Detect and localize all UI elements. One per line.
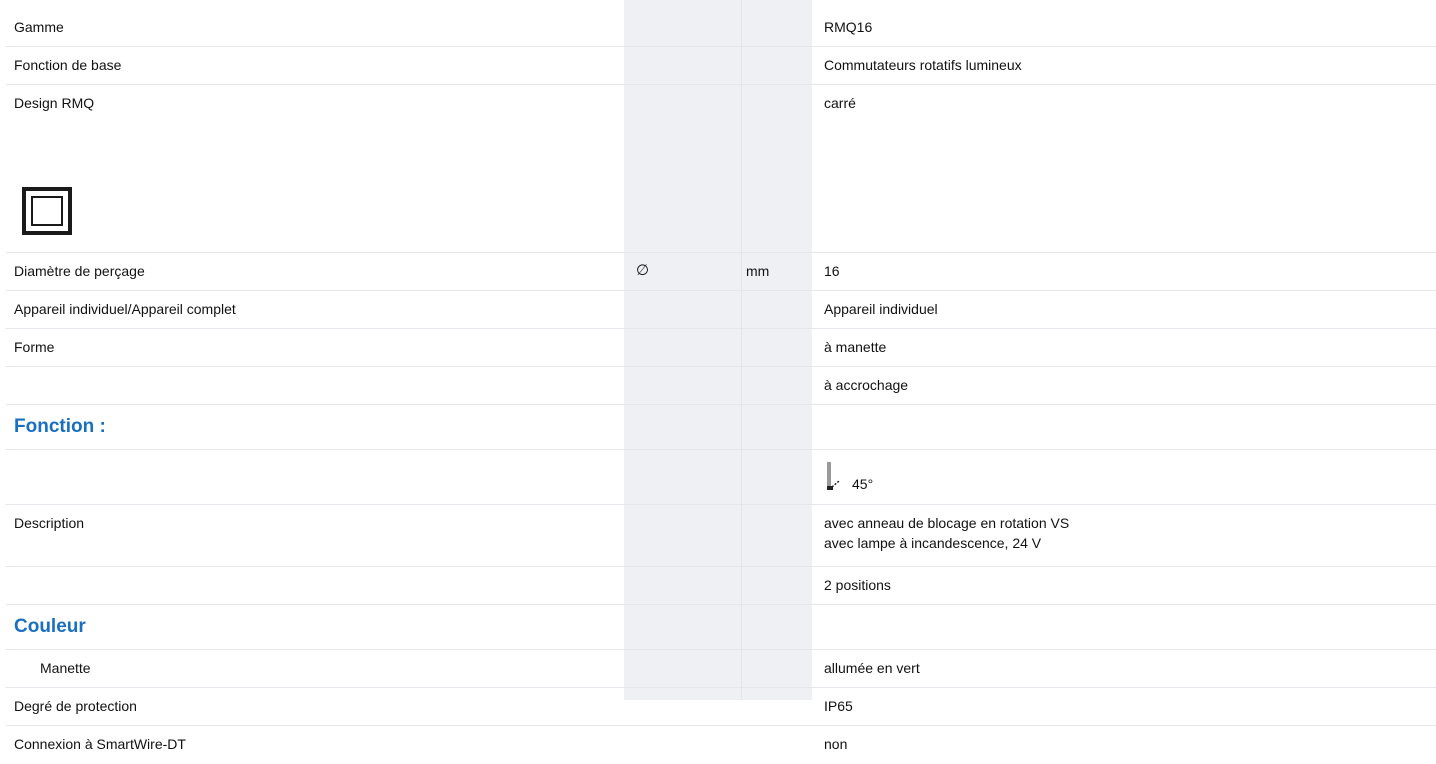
row-fonction-de-base: Fonction de base Commutateurs rotatifs l… [6,47,1436,85]
value-forme: à manette [824,339,887,355]
label-degre-de-protection: Degré de protection [14,698,137,714]
row-forme-2: à accrochage [6,367,1436,405]
function-symbol: 45° [824,460,884,500]
section-couleur: Couleur [6,605,1436,650]
square-design-icon [22,187,72,235]
row-appareil: Appareil individuel/Appareil complet App… [6,291,1436,329]
row-smartwire: Connexion à SmartWire-DT non [6,726,1436,764]
label-manette: Manette [40,660,91,676]
label-fonction-de-base: Fonction de base [14,57,122,73]
spec-table: Gamme RMQ16 Fonction de base Commutateur… [6,9,1436,764]
value-positions: 2 positions [824,577,891,593]
row-diametre-de-percage: Diamètre de perçage ∅ mm 16 [6,253,1436,291]
value-forme-2: à accrochage [824,377,909,393]
value-smartwire: non [824,736,848,752]
row-fonction-icon: 45° [6,450,1436,505]
row-manette: Manette allumée en vert [6,650,1436,688]
value-manette: allumée en vert [824,660,920,676]
row-degre-de-protection: Degré de protection IP65 [6,688,1436,726]
label-gamme: Gamme [14,19,64,35]
row-design-rmq: Design RMQ carré [6,85,1436,253]
row-gamme: Gamme RMQ16 [6,9,1436,47]
value-description-line-1: avec anneau de blocage en rotation VS [824,515,1070,531]
value-gamme: RMQ16 [824,19,873,35]
unit-mm: mm [746,263,770,279]
label-design-rmq: Design RMQ [14,95,95,111]
label-description: Description [14,515,85,531]
value-appareil: Appareil individuel [824,301,938,317]
label-diametre-de-percage: Diamètre de perçage [14,263,145,279]
diameter-symbol: ∅ [636,262,650,279]
label-appareil: Appareil individuel/Appareil complet [14,301,236,317]
section-fonction: Fonction : [6,405,1436,450]
value-fonction-de-base: Commutateurs rotatifs lumineux [824,57,1022,73]
square-design-inner [31,196,63,226]
value-description-line-2: avec lampe à incandescence, 24 V [824,535,1042,551]
angle-label: 45° [852,476,874,492]
section-title-fonction: Fonction : [14,416,106,437]
value-design-rmq: carré [824,95,856,111]
label-forme: Forme [14,339,55,355]
rotary-lever-icon [827,462,840,490]
label-smartwire: Connexion à SmartWire-DT [14,736,186,752]
row-positions: 2 positions [6,567,1436,605]
section-title-couleur: Couleur [14,616,86,637]
value-diametre-de-percage: 16 [824,263,840,279]
value-degre-de-protection: IP65 [824,698,853,714]
row-forme: Forme à manette [6,329,1436,367]
row-description: Description avec anneau de blocage en ro… [6,505,1436,567]
